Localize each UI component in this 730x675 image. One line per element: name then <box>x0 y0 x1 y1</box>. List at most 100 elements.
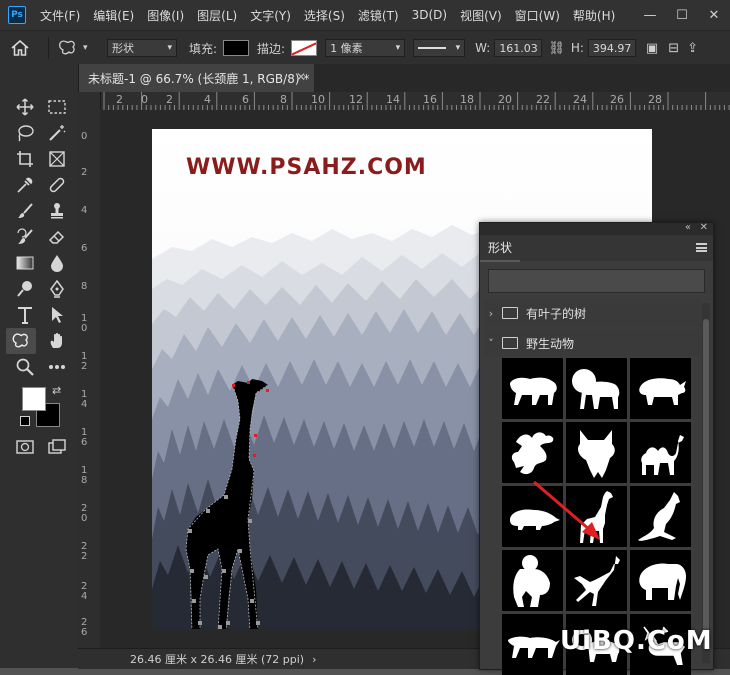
shape-fox-icon[interactable] <box>566 422 627 483</box>
vertical-ruler[interactable]: 0 2 4 6 8 1 0 1 2 1 4 1 6 1 8 2 0 2 2 2 … <box>78 92 101 648</box>
path-arrangement-icon[interactable]: ⇪ <box>687 41 698 56</box>
fill-label: 填充: <box>189 41 218 56</box>
shapes-search-input[interactable] <box>488 269 705 293</box>
more-tools-icon[interactable] <box>44 354 70 380</box>
menu-type[interactable]: 文字(Y) <box>250 7 291 24</box>
site-logo: UiBQ.CoM <box>560 626 713 656</box>
document-tab[interactable]: 未标题-1 @ 66.7% (长颈鹿 1, RGB/8) * ✕ <box>78 64 314 92</box>
marquee-tool-icon[interactable] <box>44 94 70 120</box>
clone-stamp-tool-icon[interactable] <box>44 198 70 224</box>
ruler-top-label: 2 <box>166 93 173 106</box>
chevron-down-icon: ▾ <box>167 43 172 53</box>
menu-layer[interactable]: 图层(L) <box>197 7 237 24</box>
shape-kangaroo-icon[interactable] <box>630 486 691 547</box>
panel-scrollbar[interactable] <box>702 303 710 663</box>
menu-bar: Ps 文件(F) 编辑(E) 图像(I) 图层(L) 文字(Y) 选择(S) 滤… <box>0 0 730 30</box>
horizontal-ruler[interactable]: 2 0 2 4 6 8 10 12 14 16 18 20 22 24 26 2… <box>100 92 730 111</box>
menu-help[interactable]: 帮助(H) <box>573 7 615 24</box>
menu-3d[interactable]: 3D(D) <box>412 8 447 22</box>
width-input[interactable]: 161.03 <box>494 39 543 57</box>
chevron-down-icon: ▾ <box>83 43 88 53</box>
gradient-tool-icon[interactable] <box>12 250 38 276</box>
status-expand-icon[interactable]: › <box>312 653 316 666</box>
move-tool-icon[interactable] <box>12 94 38 120</box>
custom-shape-tool-preset-icon[interactable]: ▾ <box>57 39 101 57</box>
minimize-button[interactable]: — <box>634 8 666 23</box>
eraser-tool-icon[interactable] <box>44 224 70 250</box>
ruler-left-label: 1 4 <box>81 389 88 410</box>
swap-colors-icon[interactable]: ⇄ <box>52 384 61 397</box>
hamburger-icon[interactable] <box>696 243 707 252</box>
shape-rhino-icon[interactable] <box>630 358 691 419</box>
ruler-left-label: 2 4 <box>81 581 88 602</box>
zoom-tool-icon[interactable] <box>12 354 38 380</box>
height-label: H: <box>570 41 584 55</box>
lasso-tool-icon[interactable] <box>12 120 38 146</box>
dodge-tool-icon[interactable] <box>12 276 38 302</box>
shape-lion-male-icon[interactable] <box>566 358 627 419</box>
tab-shapes[interactable]: 形状 <box>480 234 521 262</box>
fill-color-swatch[interactable] <box>223 40 250 56</box>
ruler-left-label: 1 0 <box>81 313 88 334</box>
stroke-width-select[interactable]: 1 像素 ▾ <box>325 39 406 57</box>
menu-select[interactable]: 选择(S) <box>304 7 345 24</box>
photoshop-logo[interactable]: Ps <box>8 6 26 24</box>
shape-camel-icon[interactable] <box>630 422 691 483</box>
custom-shape-tool-icon[interactable] <box>6 328 36 354</box>
brush-tool-icon[interactable] <box>12 198 38 224</box>
healing-brush-tool-icon[interactable] <box>44 172 70 198</box>
foreground-color-swatch[interactable] <box>22 387 46 411</box>
shape-gorilla-icon[interactable] <box>502 550 563 611</box>
ruler-top-label: 12 <box>349 93 363 106</box>
path-selection-tool-icon[interactable] <box>44 302 70 328</box>
menu-view[interactable]: 视图(V) <box>460 7 502 24</box>
stroke-type-select[interactable]: ▾ <box>413 39 466 57</box>
shape-group-wild-animals[interactable]: ˅ 野生动物 <box>484 329 701 357</box>
ruler-top-label: 4 <box>204 93 211 106</box>
stroke-label: 描边: <box>257 41 286 56</box>
shape-deer-leaping-icon[interactable] <box>566 550 627 611</box>
height-input[interactable]: 394.97 <box>587 39 636 57</box>
ruler-top-label: 18 <box>460 93 474 106</box>
panel-collapse-icon[interactable]: « <box>685 222 691 233</box>
magic-wand-tool-icon[interactable] <box>44 120 70 146</box>
quick-mask-icon[interactable] <box>12 434 38 460</box>
pen-tool-icon[interactable] <box>44 276 70 302</box>
frame-tool-icon[interactable] <box>44 146 70 172</box>
crop-tool-icon[interactable] <box>12 146 38 172</box>
width-value: 161.03 <box>499 41 538 55</box>
ruler-left-label: 8 <box>81 281 88 292</box>
shape-group-trees[interactable]: › 有叶子的树 <box>484 299 701 327</box>
hand-tool-icon[interactable] <box>44 328 70 354</box>
ruler-top-label: 24 <box>573 93 587 106</box>
panel-close-icon[interactable]: ✕ <box>700 222 708 233</box>
menu-filter[interactable]: 滤镜(T) <box>358 7 399 24</box>
menu-edit[interactable]: 编辑(E) <box>93 7 134 24</box>
screen-mode-icon[interactable] <box>44 434 70 460</box>
stroke-color-swatch[interactable] <box>291 40 318 56</box>
close-tab-icon[interactable]: ✕ <box>296 70 306 84</box>
ruler-top-label: 0 <box>141 93 148 106</box>
link-icon[interactable]: ⛓ <box>548 41 565 56</box>
default-colors-icon[interactable] <box>20 416 30 426</box>
eyedropper-tool-icon[interactable] <box>12 172 38 198</box>
menu-image[interactable]: 图像(I) <box>147 7 184 24</box>
height-value: 394.97 <box>592 41 632 55</box>
path-alignment-icon[interactable]: ⊟ <box>668 41 679 56</box>
shape-dragon-icon[interactable] <box>502 422 563 483</box>
home-icon[interactable] <box>0 40 40 56</box>
panel-scrollbar-thumb[interactable] <box>703 319 709 649</box>
shape-cheetah-icon[interactable] <box>502 614 563 675</box>
menu-window[interactable]: 窗口(W) <box>515 7 560 24</box>
shape-lion-icon[interactable] <box>502 358 563 419</box>
close-window-button[interactable]: ✕ <box>698 8 730 23</box>
maximize-button[interactable]: ☐ <box>666 8 698 23</box>
menu-file[interactable]: 文件(F) <box>40 7 80 24</box>
tool-mode-select[interactable]: 形状 ▾ <box>107 39 177 57</box>
ruler-top-label: 6 <box>242 93 249 106</box>
blur-tool-icon[interactable] <box>44 250 70 276</box>
type-tool-icon[interactable] <box>12 302 38 328</box>
path-operations-icon[interactable]: ▣ <box>646 41 658 56</box>
history-brush-tool-icon[interactable] <box>12 224 38 250</box>
shape-elephant-icon[interactable] <box>630 550 691 611</box>
